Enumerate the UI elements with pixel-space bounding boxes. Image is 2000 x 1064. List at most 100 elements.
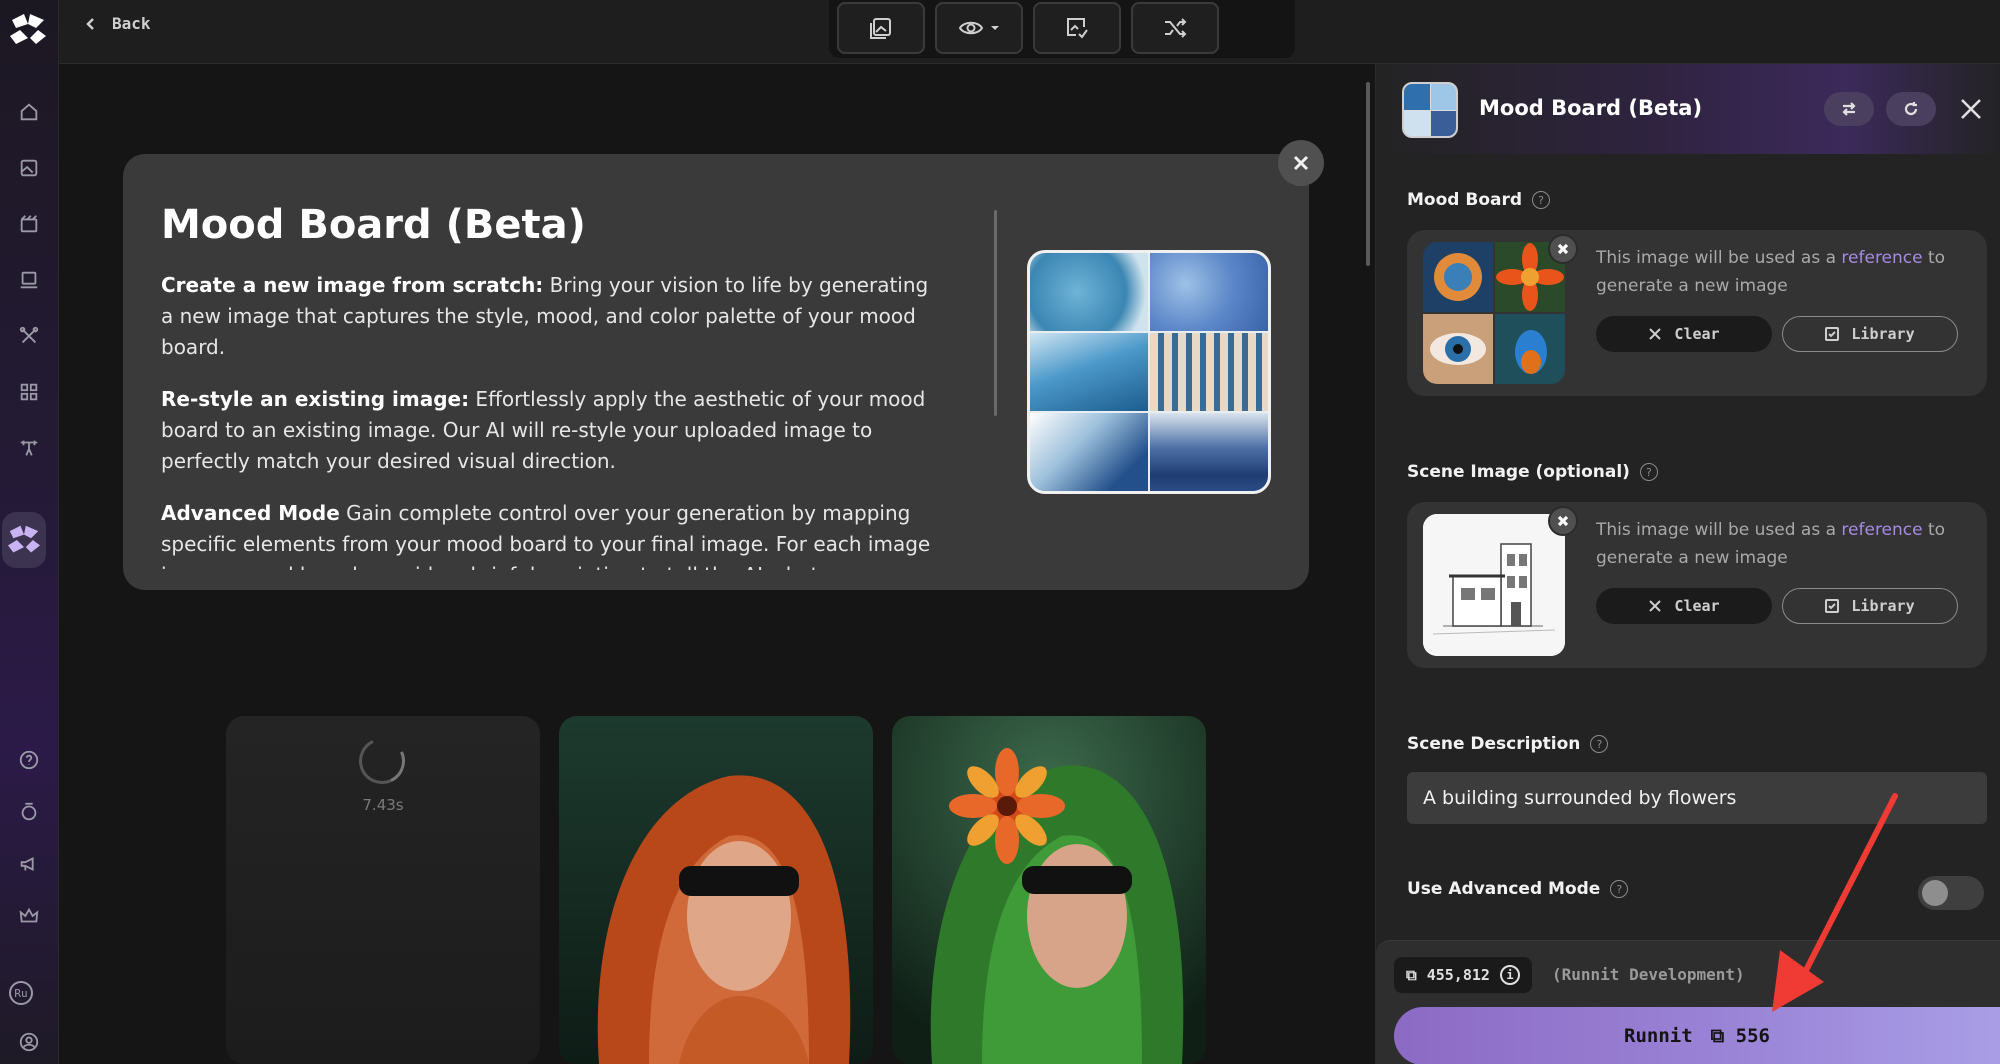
close-icon (1557, 243, 1569, 255)
shuffle-icon (1165, 18, 1187, 38)
mood-board-library-button[interactable]: Library (1782, 316, 1958, 352)
reference-link[interactable]: reference (1841, 248, 1922, 268)
scene-image-label-text: Scene Image (optional) (1407, 462, 1630, 482)
eye-icon (958, 21, 984, 35)
green-hood-flower-portrait (892, 716, 1206, 1064)
x-icon (1649, 600, 1662, 612)
mood-board-remove-button[interactable] (1548, 234, 1578, 264)
swap-button[interactable] (1824, 92, 1874, 126)
library-check-icon (1825, 327, 1840, 341)
help-icon[interactable]: ? (1639, 463, 1658, 481)
panel-close-button[interactable] (1958, 96, 1984, 122)
top-bar: Back (59, 0, 2000, 64)
mood-board-nav-active[interactable] (2, 512, 46, 568)
run-area: ⧉ 455,812 i (Runnit Development) Runnit … (1376, 940, 2000, 1064)
mood-board-image[interactable] (1423, 242, 1565, 384)
p3-bold: Advanced Mode (161, 501, 340, 525)
scene-image[interactable] (1423, 514, 1565, 656)
apps-icon[interactable] (9, 372, 49, 412)
video-icon[interactable] (9, 204, 49, 244)
credit-balance: ⧉ 455,812 i (1394, 957, 1532, 993)
coin-icon: ⧉ (1406, 966, 1417, 984)
runnit-button[interactable]: Runnit ⧉ 556 (1394, 1007, 2000, 1064)
back-label: Back (112, 14, 151, 33)
library-label: Library (1851, 325, 1915, 343)
coin-icon: ⧉ (1710, 1025, 1725, 1047)
panel-app-thumbnail (1402, 82, 1458, 138)
settings-panel: Mood Board (Beta) Mood Board ? This imag… (1375, 64, 2000, 1064)
info-close-button[interactable] (1278, 140, 1324, 186)
help-icon[interactable]: ? (1532, 191, 1551, 209)
scene-description-label: Scene Description ? (1407, 734, 1609, 754)
close-icon (1293, 155, 1309, 171)
result-image-orange-hood[interactable] (559, 716, 873, 1064)
scene-description-label-text: Scene Description (1407, 734, 1581, 754)
run-cost: ⧉ 556 (1711, 1025, 1770, 1047)
swap-arrows-icon (1842, 102, 1856, 116)
mood-board-clear-button[interactable]: Clear (1596, 316, 1772, 352)
scene-image-upload: This image will be used as a reference t… (1407, 502, 1987, 668)
info-icon[interactable]: i (1499, 965, 1520, 985)
app-root: Ru Back Mood Board (Beta) Create a new i… (0, 0, 2000, 1064)
back-button[interactable]: Back (84, 14, 151, 33)
p1-bold: Create a new image from scratch: (161, 273, 544, 297)
close-icon (1557, 515, 1569, 527)
gallery-icon (870, 18, 891, 39)
scene-image-library-button[interactable]: Library (1782, 588, 1958, 624)
info-title: Mood Board (Beta) (161, 202, 586, 248)
image-check-button[interactable] (1033, 2, 1121, 54)
desc-text: This image will be used as a (1596, 248, 1842, 268)
library-check-icon (1825, 599, 1840, 613)
scene-image-remove-button[interactable] (1548, 506, 1578, 536)
megaphone-icon[interactable] (9, 844, 49, 884)
scene-image-label: Scene Image (optional) ? (1407, 462, 1658, 482)
main-scrollbar[interactable] (1366, 82, 1370, 266)
refresh-icon (1904, 102, 1918, 116)
gallery-button[interactable] (837, 2, 925, 54)
run-cost-value: 556 (1735, 1025, 1770, 1047)
chevron-left-icon (86, 17, 94, 30)
help-icon[interactable]: ? (1590, 735, 1609, 753)
reference-link[interactable]: reference (1841, 520, 1922, 540)
shuffle-button[interactable] (1131, 2, 1219, 54)
scene-description-input[interactable]: A building surrounded by flowers (1407, 772, 1987, 824)
app-logo[interactable] (6, 12, 50, 48)
desc-text: This image will be used as a (1596, 520, 1842, 540)
run-label: Runnit (1624, 1025, 1693, 1047)
crown-icon[interactable] (9, 896, 49, 936)
refresh-button[interactable] (1886, 92, 1936, 126)
dumbbell-icon[interactable] (9, 428, 49, 468)
example-collage-image (1027, 250, 1271, 494)
mood-board-upload: This image will be used as a reference t… (1407, 230, 1987, 396)
help-icon[interactable] (9, 740, 49, 780)
scene-image-clear-button[interactable]: Clear (1596, 588, 1772, 624)
images-icon[interactable] (9, 148, 49, 188)
scene-image-description: This image will be used as a reference t… (1596, 516, 1966, 572)
clear-label: Clear (1674, 597, 1720, 615)
visibility-dropdown[interactable] (935, 2, 1023, 54)
home-icon[interactable] (9, 92, 49, 132)
main-canvas: Mood Board (Beta) Create a new image fro… (59, 64, 1375, 1064)
help-icon[interactable]: ? (1610, 880, 1629, 898)
clear-label: Clear (1674, 325, 1720, 343)
advanced-mode-label-text: Use Advanced Mode (1407, 879, 1601, 899)
p2-bold: Re-style an existing image: (161, 387, 470, 411)
tools-icon[interactable] (9, 316, 49, 356)
mood-board-label: Mood Board ? (1407, 190, 1551, 210)
workspace-badge[interactable]: Ru (9, 981, 33, 1005)
user-icon[interactable] (9, 1022, 49, 1062)
orange-hood-portrait (559, 716, 873, 1064)
info-scrollbar[interactable] (994, 210, 997, 416)
mood-board-info-card: Mood Board (Beta) Create a new image fro… (123, 154, 1309, 590)
team-name: (Runnit Development) (1552, 965, 1745, 984)
image-check-icon (1067, 18, 1088, 39)
loading-spinner-icon (352, 731, 412, 791)
badge-icon[interactable] (9, 792, 49, 832)
advanced-mode-toggle[interactable] (1918, 876, 1984, 910)
result-image-green-hood[interactable] (892, 716, 1206, 1064)
logo-icon (10, 14, 46, 44)
close-icon (1961, 99, 1981, 119)
mood-board-collage (1423, 242, 1565, 384)
credit-balance-value: 455,812 (1426, 966, 1490, 984)
monitor-icon[interactable] (9, 260, 49, 300)
